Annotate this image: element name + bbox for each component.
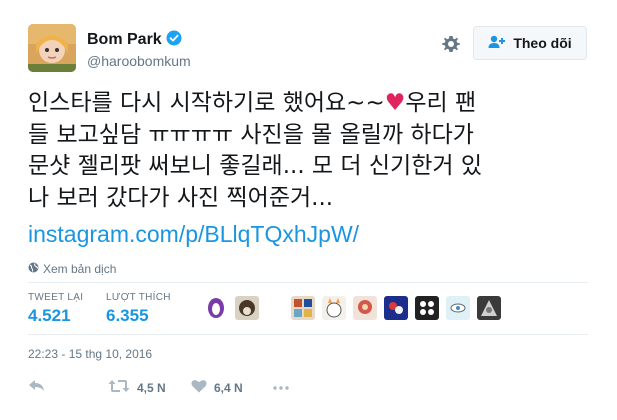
divider <box>28 282 588 283</box>
reply-button[interactable] <box>28 379 45 396</box>
more-button[interactable] <box>273 379 289 393</box>
verified-badge-icon <box>166 30 182 51</box>
gear-icon[interactable] <box>441 34 461 54</box>
translate-link[interactable]: Xem bản dịch <box>28 262 116 276</box>
tweet-text: 인스타를 다시 시작하기로 했어요~~♥우리 팬 들 보고싶담 ㅠㅠㅠㅠ 사진을… <box>28 88 588 214</box>
liker-avatar[interactable] <box>322 296 346 320</box>
like-stat-label: LƯỢT THÍCH <box>106 292 171 303</box>
like-stat[interactable]: LƯỢT THÍCH 6.355 <box>106 292 171 326</box>
retweet-icon <box>108 379 130 396</box>
heart-icon <box>191 379 207 396</box>
retweet-count: 4,5 N <box>137 380 166 395</box>
reply-icon <box>28 379 45 396</box>
like-count: 6,4 N <box>214 380 243 395</box>
tweet-line-1a: 인스타를 다시 시작하기로 했어요~~ <box>28 90 385 116</box>
like-stat-value: 6.355 <box>106 306 149 325</box>
liker-avatar[interactable] <box>384 296 408 320</box>
translate-label: Xem bản dịch <box>43 262 117 276</box>
retweet-button[interactable]: 4,5 N <box>108 379 166 396</box>
liker-avatar[interactable] <box>415 296 439 320</box>
heart-emoji-icon: ♥ <box>384 90 406 116</box>
tweet-line-2: 들 보고싶담 ㅠㅠㅠㅠ 사진을 몰 올릴까 하다가 <box>28 121 474 148</box>
avatar[interactable] <box>28 24 76 72</box>
retweet-stat[interactable]: TWEET LẠI 4.521 <box>28 292 83 326</box>
tweet-line-1b: 우리 팬 <box>405 90 477 116</box>
retweet-stat-label: TWEET LẠI <box>28 292 84 303</box>
liker-avatar[interactable] <box>353 296 377 320</box>
tweet-line-3: 문샷 젤리팟 써보니 좋길래... 모 더 신기한거 있 <box>28 153 482 179</box>
liker-avatar[interactable] <box>291 296 315 320</box>
user-name-text[interactable]: Bom Park <box>87 31 162 48</box>
liker-avatar[interactable] <box>204 296 228 320</box>
tweet-line-4: 나 보러 갔다가 사진 찍어준거... <box>28 184 334 211</box>
globe-icon <box>28 262 39 276</box>
tweet-card: Bom Park @haroobomkum Theo dõi 인스타를 다시 시… <box>0 0 617 420</box>
liker-avatars <box>204 296 508 320</box>
liker-avatar[interactable] <box>477 296 501 320</box>
follow-button[interactable]: Theo dõi <box>473 26 587 60</box>
user-handle[interactable]: @haroobomkum <box>87 53 191 69</box>
divider <box>28 334 588 335</box>
like-button[interactable]: 6,4 N <box>191 379 243 396</box>
liker-avatar[interactable] <box>235 296 259 320</box>
follow-button-label: Theo dõi <box>513 35 572 51</box>
follow-user-icon <box>488 35 506 52</box>
liker-avatar[interactable] <box>446 296 470 320</box>
user-name[interactable]: Bom Park <box>87 30 182 51</box>
more-dots-icon <box>273 379 289 393</box>
tweet-link[interactable]: instagram.com/p/BLlqTQxhJpW/ <box>28 221 359 248</box>
retweet-stat-value: 4.521 <box>28 306 71 325</box>
tweet-timestamp[interactable]: 22:23 - 15 thg 10, 2016 <box>28 347 152 361</box>
